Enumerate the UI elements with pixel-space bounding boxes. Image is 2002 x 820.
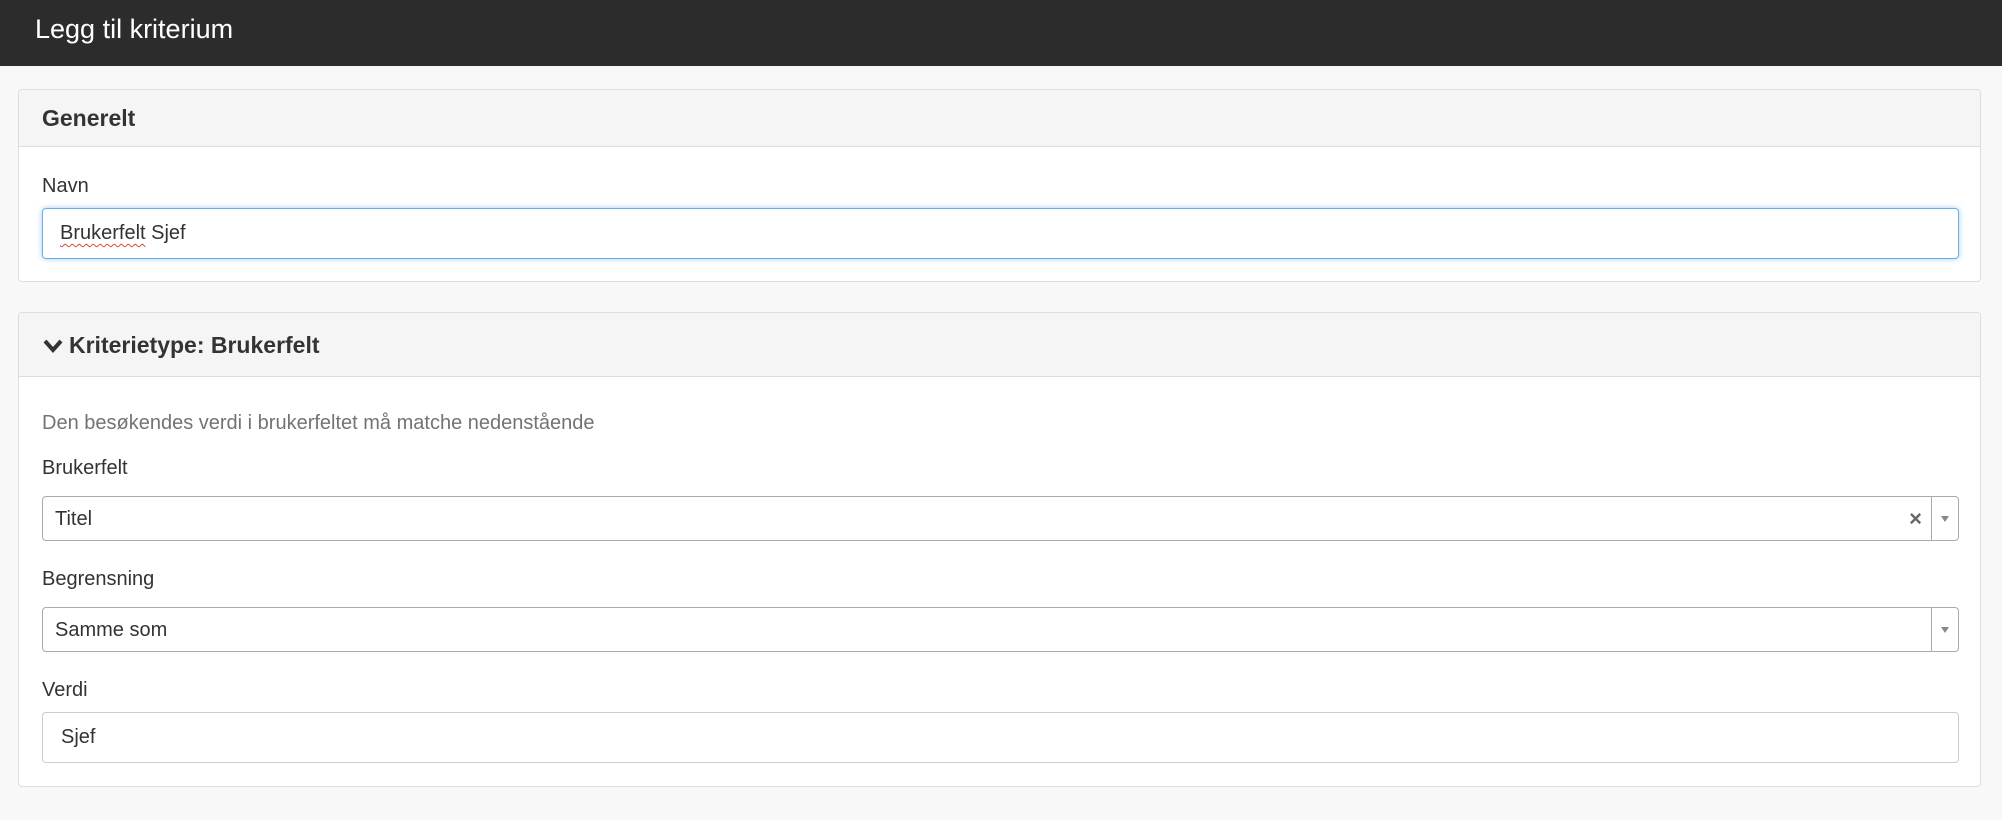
userfield-select[interactable]: Titel × <box>42 496 1959 541</box>
general-panel-title: Generelt <box>42 105 136 131</box>
general-panel: Generelt Navn Brukerfelt Sjef <box>18 89 1981 282</box>
restriction-dropdown-toggle[interactable] <box>1931 608 1958 651</box>
userfield-select-value: Titel <box>55 508 93 530</box>
restriction-select[interactable]: Samme som <box>42 607 1959 652</box>
dropdown-arrow-icon <box>1941 516 1949 522</box>
userfield-dropdown-toggle[interactable] <box>1931 497 1958 540</box>
criteria-panel: Kriterietype: Brukerfelt Den besøkendes … <box>18 312 1981 787</box>
chevron-down-icon[interactable] <box>43 338 63 354</box>
value-input[interactable] <box>42 712 1959 763</box>
clear-x-icon[interactable]: × <box>1909 506 1922 532</box>
general-panel-heading: Generelt <box>19 90 1980 147</box>
name-input[interactable] <box>42 208 1959 259</box>
criteria-panel-heading[interactable]: Kriterietype: Brukerfelt <box>19 313 1980 377</box>
name-label: Navn <box>42 175 89 197</box>
modal-title: Legg til kriterium <box>35 14 234 44</box>
modal-header: Legg til kriterium <box>0 0 2002 66</box>
criteria-panel-title[interactable]: Kriterietype: Brukerfelt <box>69 332 320 359</box>
value-label: Verdi <box>42 679 88 701</box>
restriction-select-value: Samme som <box>55 619 168 641</box>
dropdown-arrow-icon <box>1941 627 1949 633</box>
restriction-label: Begrensning <box>42 568 155 590</box>
userfield-label: Brukerfelt <box>42 457 128 479</box>
criteria-description: Den besøkendes verdi i brukerfeltet må m… <box>42 412 595 434</box>
